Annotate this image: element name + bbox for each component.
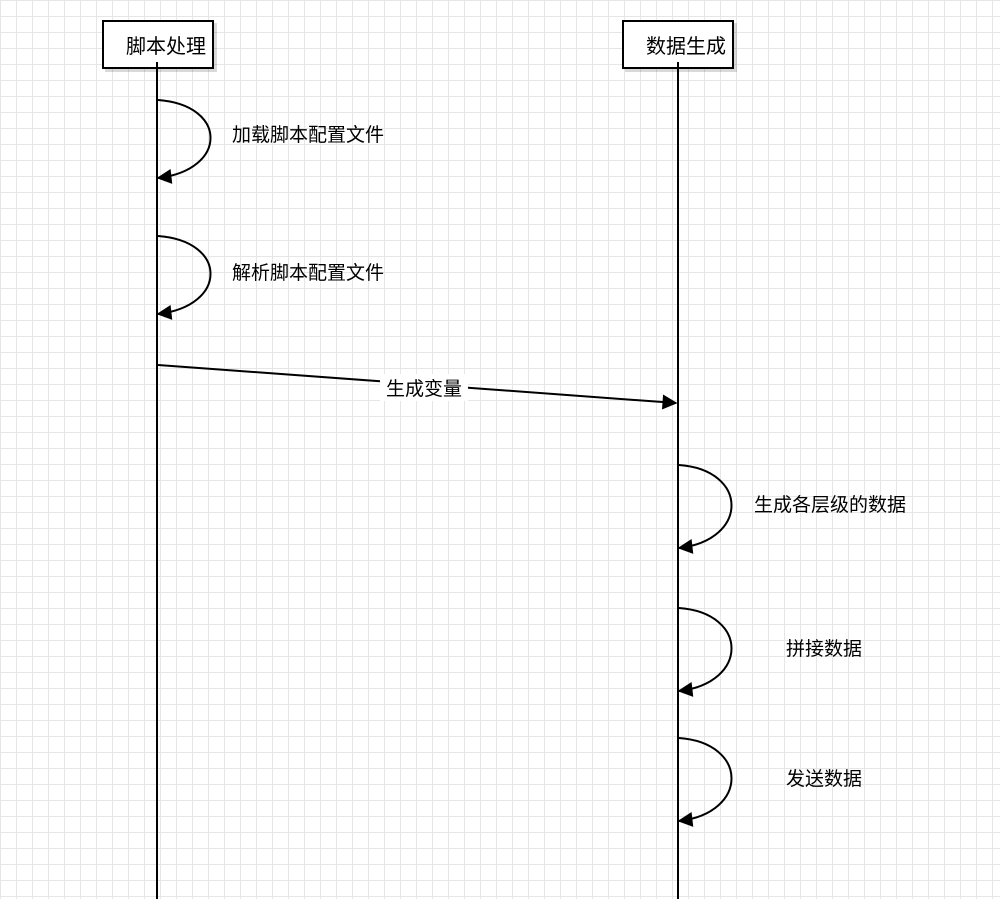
label-generate-variable: 生成变量 <box>380 374 468 401</box>
self-arc-parse-script <box>158 236 211 314</box>
label-send-data: 发送数据 <box>786 764 862 791</box>
self-arc-generate-layer-data <box>679 465 732 548</box>
sequence-diagram: 脚本处理 数据生成 加载脚本配置文件 解析脚本配置文件 生成变量 生成各层级的数… <box>0 0 1000 899</box>
self-arc-load-script <box>158 100 211 178</box>
label-parse-script: 解析脚本配置文件 <box>232 258 384 285</box>
self-arc-send-data <box>679 738 732 821</box>
label-load-script: 加载脚本配置文件 <box>232 120 384 147</box>
label-generate-layer-data: 生成各层级的数据 <box>754 490 906 517</box>
label-concat-data: 拼接数据 <box>786 634 862 661</box>
self-arc-concat-data <box>679 608 732 691</box>
